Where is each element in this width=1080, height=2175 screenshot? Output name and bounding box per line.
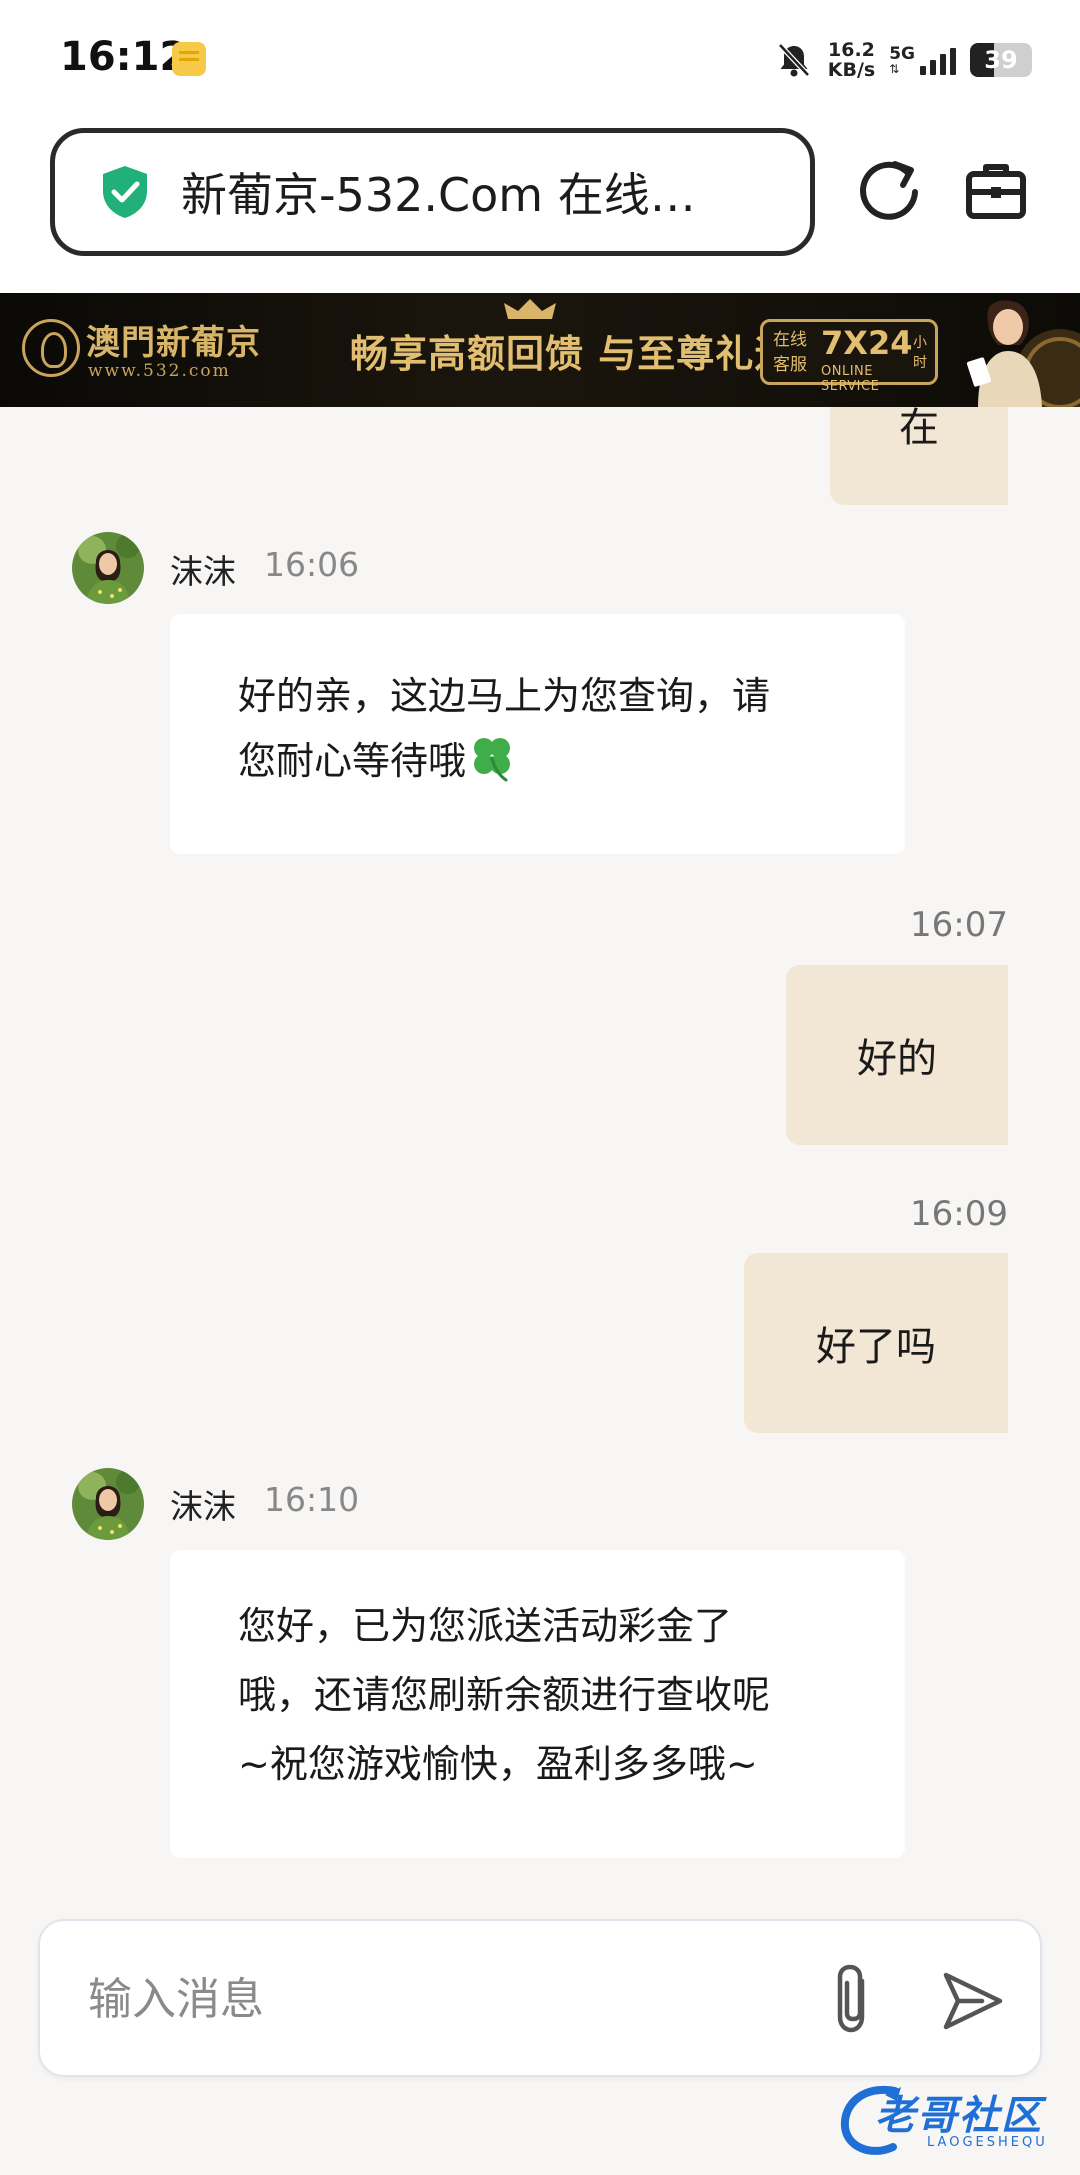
message-bubble-outgoing: 好的 xyxy=(786,965,1008,1145)
brand-url: www.532.com xyxy=(88,361,231,381)
message-text-line: 好的亲，这边马上为您查询，请 xyxy=(238,674,771,718)
page-title: 新葡京-532.Com 在线… xyxy=(181,168,696,222)
message-text: 好了吗 xyxy=(816,1324,936,1370)
avatar-image xyxy=(72,532,144,604)
send-icon[interactable] xyxy=(938,1965,1008,2035)
sender-name: 沫沫 xyxy=(170,1487,236,1526)
message-text: 好的 xyxy=(857,1036,937,1082)
crown-icon xyxy=(504,299,556,319)
browser-toolbar: 新葡京-532.Com 在线… xyxy=(0,118,1080,293)
message-text-line: ~祝您游戏愉快，盈利多多哦~ xyxy=(238,1742,758,1786)
message-bubble-outgoing: 好了吗 xyxy=(744,1253,1008,1433)
signal-bars-icon xyxy=(920,47,956,75)
message-bubble-incoming: 您好，已为您派送活动彩金了 哦，还请您刷新余额进行查收呢 ~祝您游戏愉快，盈利多… xyxy=(170,1550,905,1858)
promo-banner[interactable]: 澳門新葡京 www.532.com 畅享高额回馈 与至尊礼遇 在线 客服 7X2… xyxy=(0,293,1080,407)
status-time: 16:12 xyxy=(60,34,188,80)
sender-name: 沫沫 xyxy=(170,552,236,591)
message-text: 在 xyxy=(899,407,939,451)
message-text-line: 您耐心等待哦 xyxy=(238,729,845,794)
message-time: 16:10 xyxy=(264,1480,360,1519)
avatar-image xyxy=(72,1468,144,1540)
message-bubble-incoming: 好的亲，这边马上为您查询，请 您耐心等待哦 xyxy=(170,614,905,854)
cellular-indicator: 5G ⇅ xyxy=(889,45,956,75)
brand-logo-icon xyxy=(22,319,80,377)
service-hours: 7X24 xyxy=(821,324,913,362)
avatar[interactable] xyxy=(72,1468,144,1540)
message-composer xyxy=(38,1919,1042,2077)
service-label: 在线 客服 xyxy=(773,328,807,378)
battery-icon: 39 xyxy=(970,43,1032,77)
message-input[interactable] xyxy=(88,1959,788,2039)
notes-app-icon xyxy=(172,42,206,76)
avatar[interactable] xyxy=(72,532,144,604)
status-indicators: 16.2 KB/s 5G ⇅ 39 xyxy=(774,36,1032,84)
message-time: 16:06 xyxy=(264,545,360,584)
banner-slogan: 畅享高额回馈 与至尊礼遇 xyxy=(350,331,794,376)
message-bubble-outgoing: 在 xyxy=(830,407,1008,505)
address-bar[interactable]: 新葡京-532.Com 在线… xyxy=(50,128,815,256)
network-type: 5G xyxy=(889,44,915,64)
network-speed-value: 16.2 xyxy=(828,39,875,61)
watermark-logo: 老哥社区 LAOGESHEQU xyxy=(835,2075,1065,2170)
network-speed-unit: KB/s xyxy=(827,59,876,81)
service-label-line2: 客服 xyxy=(773,355,807,375)
watermark-text: 老哥社区 xyxy=(875,2093,1043,2139)
brand-name: 澳門新葡京 xyxy=(86,323,261,363)
four-leaf-clover-icon xyxy=(474,738,511,782)
chat-messages[interactable]: 在 沫沫 16:06 好的亲，这边马上为您查询，请 您耐心等待哦 16:07 好… xyxy=(0,407,1080,2175)
watermark-subtext: LAOGESHEQU xyxy=(927,2135,1048,2150)
reload-icon[interactable] xyxy=(857,156,923,222)
message-time: 16:07 xyxy=(910,905,1008,945)
paperclip-icon[interactable] xyxy=(822,1959,884,2039)
battery-percent: 39 xyxy=(984,46,1018,74)
message-time: 16:09 xyxy=(910,1194,1008,1234)
network-speed: 16.2 KB/s xyxy=(828,40,875,80)
status-bar: 16:12 16.2 KB/s 5G ⇅ 39 xyxy=(0,0,1080,118)
banner-model-image xyxy=(966,300,1080,407)
message-text-line: 哦，还请您刷新余额进行查收呢 xyxy=(238,1673,771,1717)
toolbox-icon[interactable] xyxy=(964,158,1028,222)
service-label-line1: 在线 xyxy=(773,330,807,350)
secure-shield-icon xyxy=(103,166,147,218)
online-service-badge: 在线 客服 7X24 小时 ONLINE SERVICE xyxy=(760,319,938,394)
service-subtitle: ONLINE SERVICE xyxy=(821,364,880,394)
data-arrows-icon: ⇅ xyxy=(889,62,900,76)
message-text-line-2: 您耐心等待哦 xyxy=(238,739,467,783)
message-text-line: 您好，已为您派送活动彩金了 xyxy=(238,1604,733,1648)
bell-muted-icon xyxy=(777,43,810,77)
